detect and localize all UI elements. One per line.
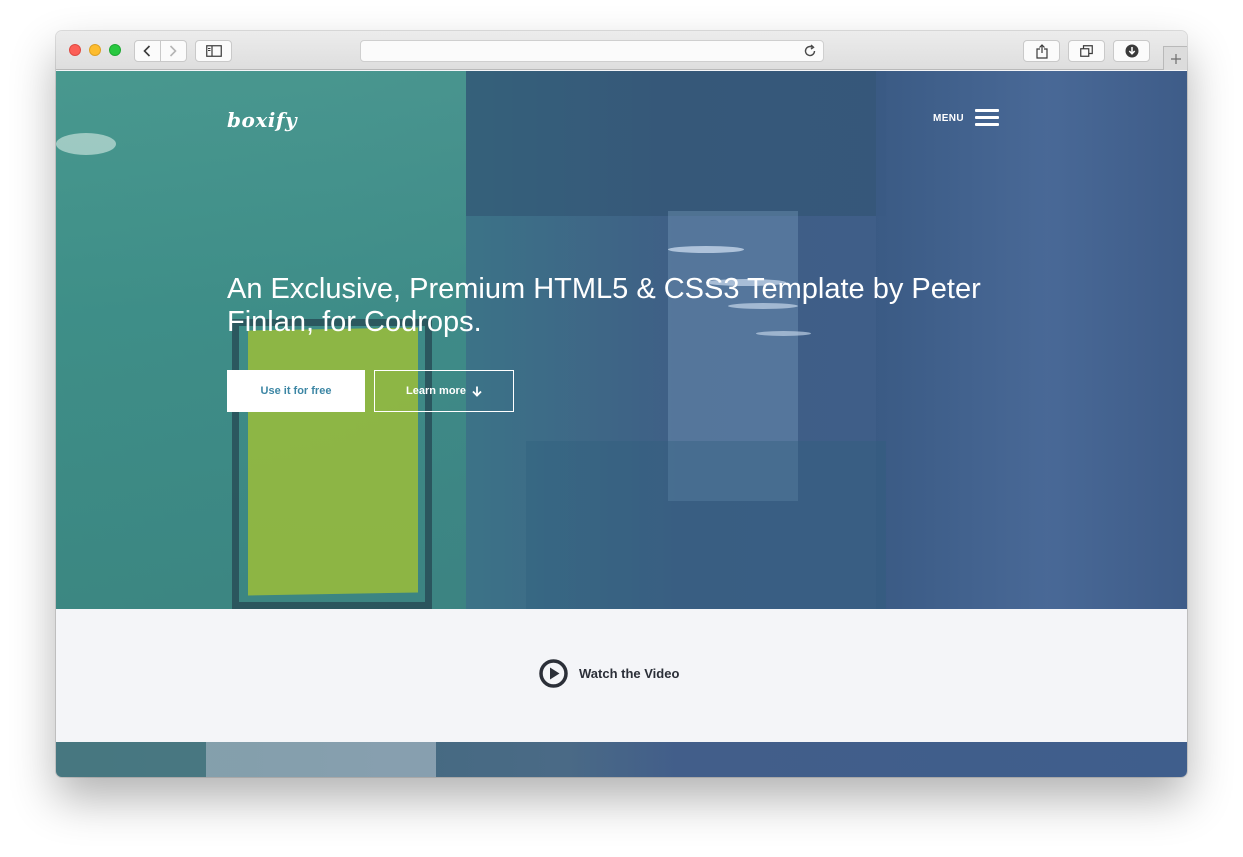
menu-toggle[interactable]: MENU <box>933 109 1000 127</box>
close-window-button[interactable] <box>69 44 81 56</box>
next-section-preview <box>56 742 1187 777</box>
hero-section: boxify MENU An Exclusive, Premium HTML5 … <box>56 71 1187 609</box>
learn-more-label: Learn more <box>406 385 466 397</box>
watch-video-link[interactable]: Watch the Video <box>539 659 679 688</box>
back-icon <box>143 45 151 57</box>
new-tab-icon <box>1170 53 1181 64</box>
address-bar[interactable] <box>360 40 824 62</box>
new-tab-button[interactable] <box>1163 46 1187 70</box>
sidebar-button[interactable] <box>195 40 232 62</box>
hamburger-icon <box>975 109 1000 127</box>
share-icon <box>1035 43 1048 59</box>
arrow-down-icon <box>472 386 482 397</box>
use-it-for-free-button[interactable]: Use it for free <box>227 370 365 412</box>
site-logo[interactable]: boxify <box>227 108 297 132</box>
browser-window: boxify MENU An Exclusive, Premium HTML5 … <box>56 31 1187 777</box>
back-button[interactable] <box>134 40 161 62</box>
use-it-for-free-label: Use it for free <box>260 385 332 397</box>
downloads-button[interactable] <box>1113 40 1150 62</box>
share-button[interactable] <box>1023 40 1060 62</box>
sidebar-icon <box>205 45 222 57</box>
reload-icon[interactable] <box>802 43 818 59</box>
menu-label: MENU <box>933 112 965 124</box>
learn-more-button[interactable]: Learn more <box>374 370 514 412</box>
watch-video-label: Watch the Video <box>579 666 680 681</box>
history-navigation <box>134 40 187 62</box>
forward-icon <box>170 45 177 57</box>
minimize-window-button[interactable] <box>89 44 101 56</box>
hero-headline: An Exclusive, Premium HTML5 & CSS3 Templ… <box>227 273 981 338</box>
play-circle-icon <box>539 659 568 688</box>
tab-overview-button[interactable] <box>1068 40 1105 62</box>
zoom-window-button[interactable] <box>109 44 121 56</box>
video-section: Watch the Video <box>56 609 1187 742</box>
hero-photo-backdrop <box>56 71 1187 609</box>
tabs-icon <box>1080 45 1093 57</box>
forward-button[interactable] <box>160 40 187 62</box>
download-icon <box>1125 44 1138 58</box>
browser-toolbar <box>56 31 1187 70</box>
